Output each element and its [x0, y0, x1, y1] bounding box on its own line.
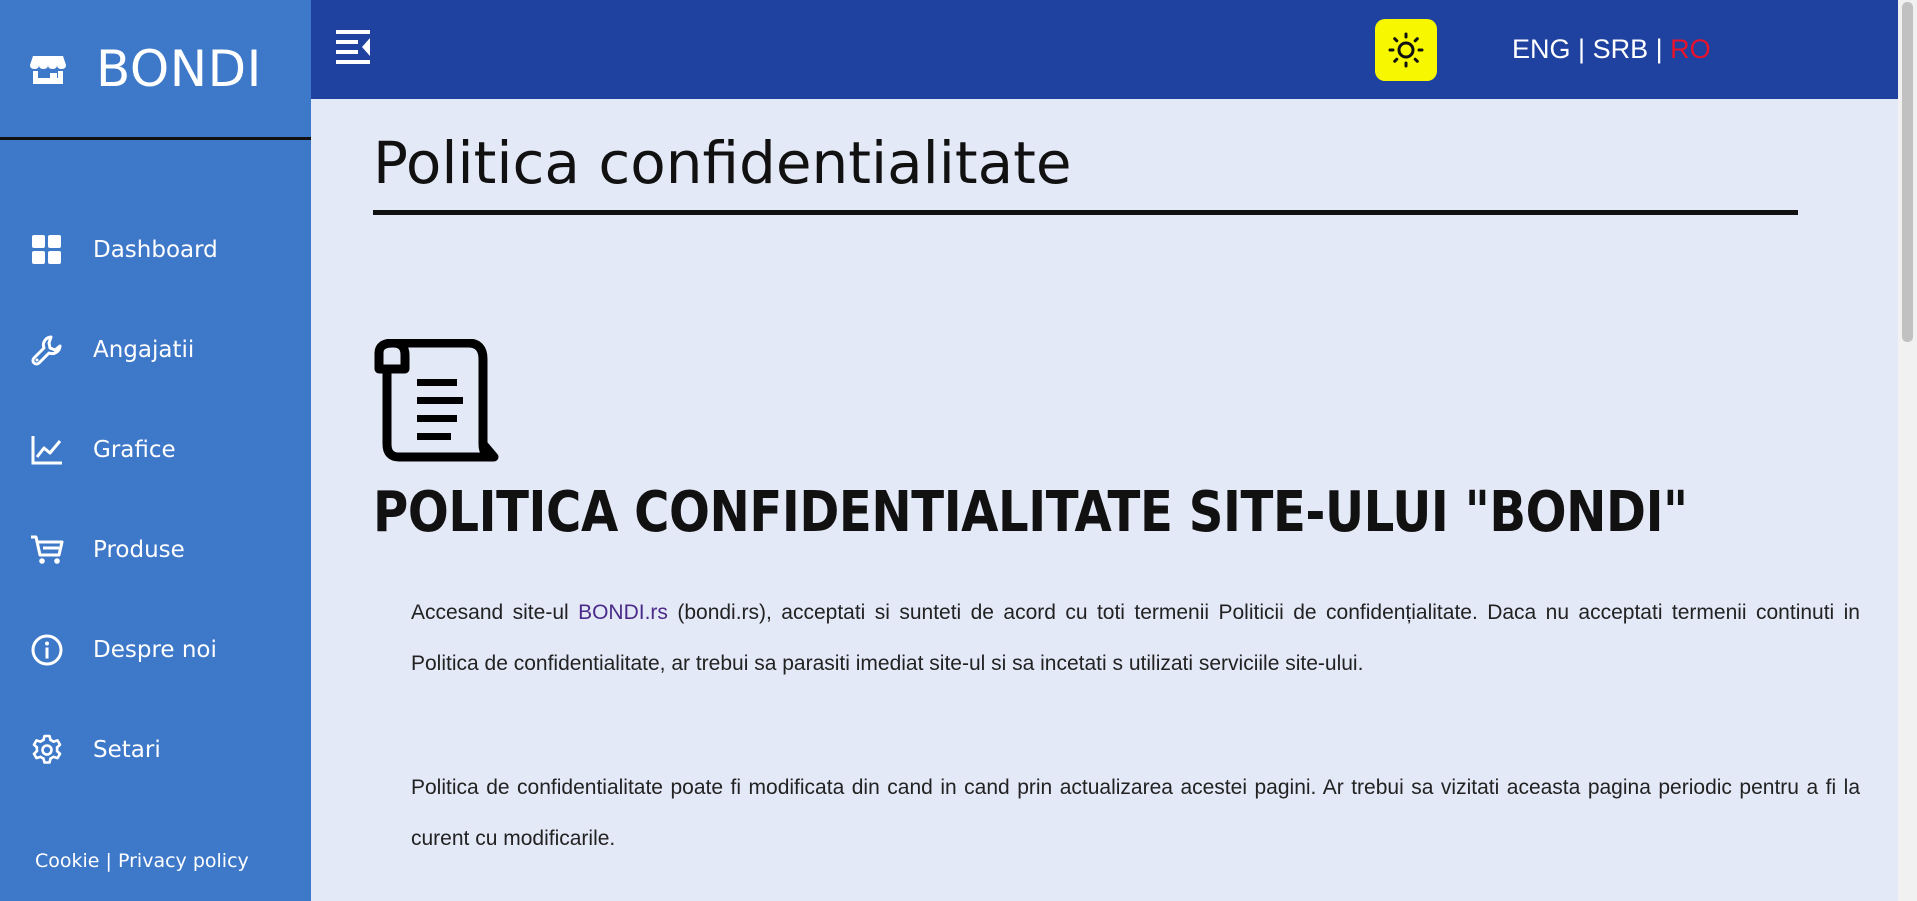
- sidebar-item-despre-noi[interactable]: Despre noi: [0, 600, 311, 700]
- lang-srb[interactable]: SRB: [1593, 34, 1649, 64]
- sidebar-item-label: Dashboard: [93, 237, 218, 263]
- privacy-policy-link[interactable]: Privacy policy: [118, 850, 249, 872]
- theme-toggle-button[interactable]: [1375, 19, 1437, 81]
- sidebar-item-label: Produse: [93, 537, 185, 563]
- top-header: ENG | SRB | RO: [311, 0, 1898, 99]
- title-divider: [373, 210, 1798, 215]
- sidebar-item-dashboard[interactable]: Dashboard: [0, 200, 311, 300]
- sidebar: BONDI Dashboard Angajatii Grafice Produs…: [0, 0, 311, 901]
- brand[interactable]: BONDI: [0, 0, 311, 140]
- lang-separator: |: [1655, 34, 1663, 64]
- scroll-document-icon: [374, 339, 499, 462]
- policy-paragraph-1: Accesand site-ul BONDI.rs (bondi.rs), ac…: [411, 587, 1860, 689]
- chart-line-icon: [30, 433, 64, 467]
- main-content: Politica confidentialitate POLITICA CONF…: [311, 99, 1898, 901]
- sun-icon: [1388, 32, 1424, 68]
- sidebar-footer: Cookie | Privacy policy: [35, 850, 249, 872]
- sidebar-item-produse[interactable]: Produse: [0, 500, 311, 600]
- policy-heading: POLITICA CONFIDENTIALITATE SITE-ULUI "BO…: [373, 480, 1688, 545]
- lang-ro[interactable]: RO: [1670, 34, 1711, 64]
- sidebar-item-label: Despre noi: [93, 637, 217, 663]
- cart-icon: [30, 533, 64, 567]
- scrollbar-thumb[interactable]: [1902, 2, 1913, 342]
- cookie-link[interactable]: Cookie: [35, 850, 100, 872]
- sidebar-item-angajatii[interactable]: Angajatii: [0, 300, 311, 400]
- sidebar-nav: Dashboard Angajatii Grafice Produse Desp…: [0, 200, 311, 800]
- sidebar-item-grafice[interactable]: Grafice: [0, 400, 311, 500]
- wrench-icon: [30, 333, 64, 367]
- store-icon: [30, 55, 66, 84]
- lang-eng[interactable]: ENG: [1512, 34, 1571, 64]
- info-icon: [30, 633, 64, 667]
- page-scrollbar[interactable]: [1898, 0, 1917, 901]
- menu-collapse-icon: [336, 30, 370, 64]
- brand-name: BONDI: [96, 39, 262, 98]
- policy-paragraph-2: Politica de confidentialitate poate fi m…: [411, 776, 1860, 850]
- menu-toggle-button[interactable]: [336, 28, 372, 68]
- sidebar-item-label: Grafice: [93, 437, 176, 463]
- sidebar-item-setari[interactable]: Setari: [0, 700, 311, 800]
- sidebar-item-label: Angajatii: [93, 337, 195, 363]
- para1-text-start: Accesand site-ul: [411, 601, 579, 624]
- bondi-link[interactable]: BONDI.rs: [578, 601, 668, 624]
- gear-icon: [30, 733, 64, 767]
- language-switcher: ENG | SRB | RO: [1512, 34, 1711, 65]
- dashboard-icon: [30, 233, 64, 267]
- page-title: Politica confidentialitate: [373, 129, 1072, 197]
- sidebar-item-label: Setari: [93, 737, 161, 763]
- footer-separator: |: [105, 850, 112, 872]
- lang-separator: |: [1578, 34, 1586, 64]
